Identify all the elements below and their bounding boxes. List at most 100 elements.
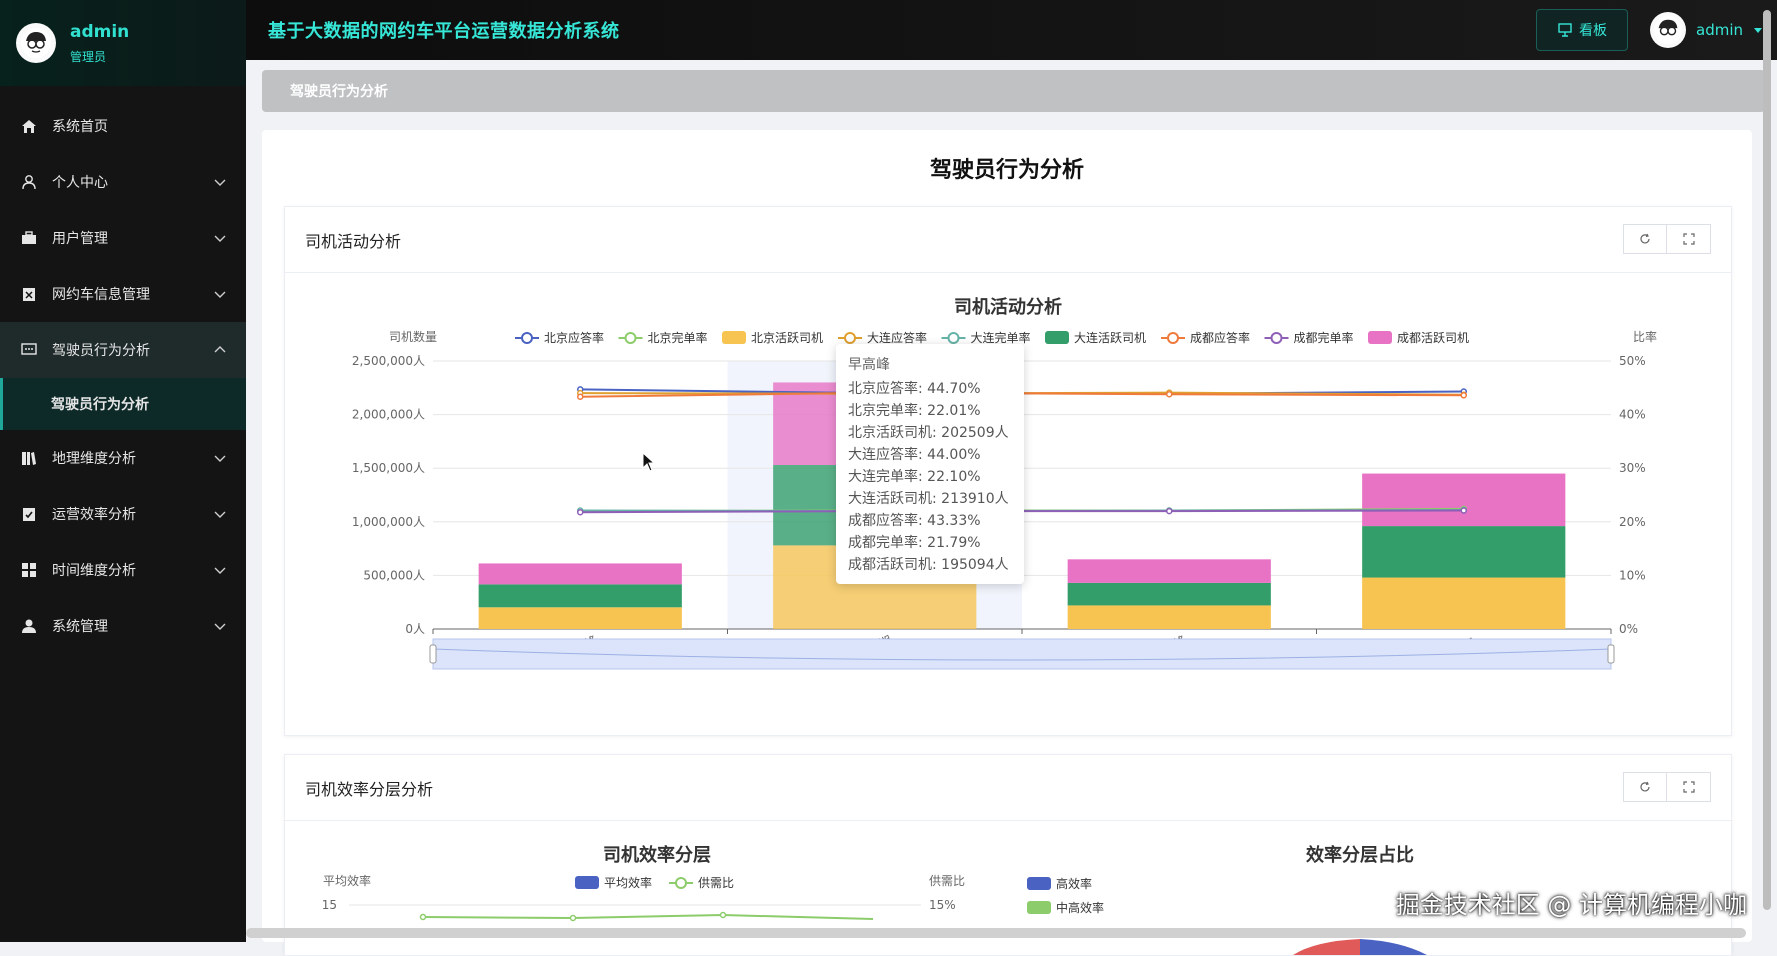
page-title: 驾驶员行为分析 [929, 158, 1084, 183]
sidebar-item-driver-behavior[interactable]: 驾驶员行为分析 [0, 322, 246, 378]
tooltip-title: 早高峰 [848, 357, 890, 373]
chart-tooltip: 早高峰 北京应答率: 44.70% 北京完单率: 22.01% 北京活跃司机: … [836, 344, 1024, 584]
sidebar-user-panel: admin 管理员 [0, 0, 246, 86]
horizontal-scrollbar[interactable] [246, 928, 1746, 938]
driver-efficiency-card: 司机效率分层分析 司机效率分层 平均效率 供需比 平均效率 供需比 15 15% 效率分层占比… [284, 754, 1732, 956]
sidebar-item-efficiency[interactable]: 运营效率分析 [0, 486, 246, 542]
legend-label: 平均效率 [604, 875, 652, 890]
legend-marker [1368, 331, 1392, 344]
y2-tick-label: 10% [1619, 568, 1646, 582]
legend-marker [1167, 332, 1179, 344]
pie-slice [1360, 939, 1427, 955]
chart-title: 司机活动分析 [954, 296, 1062, 318]
card-title: 司机活动分析 [305, 231, 402, 251]
sidebar-item-label: 系统管理 [52, 619, 108, 635]
legend-label: 中高效率 [1056, 900, 1104, 915]
legend-marker [521, 332, 533, 344]
legend-marker [1045, 331, 1069, 344]
data-zoom-handle-right [1607, 644, 1615, 664]
briefcase-icon [20, 229, 38, 247]
tooltip-row: 成都应答率: 43.33% [848, 513, 981, 529]
sidebar-item-users[interactable]: 用户管理 [0, 210, 246, 266]
series-point [1166, 507, 1173, 515]
fullscreen-button[interactable] [1667, 772, 1711, 802]
legend-label: 大连应答率 [867, 330, 927, 345]
system-title: 基于大数据的网约车平台运营数据分析系统 [268, 21, 620, 42]
y2-tick-label: 40% [1619, 408, 1646, 422]
sidebar-item-car-info[interactable]: 网约车信息管理 [0, 266, 246, 322]
grid-icon [20, 561, 38, 579]
legend-label: 大连完单率 [971, 330, 1031, 345]
legend-label: 成都完单率 [1294, 330, 1354, 345]
refresh-button[interactable] [1623, 772, 1667, 802]
fullscreen-icon [1682, 781, 1695, 793]
sidebar-item-geo[interactable]: 地理维度分析 [0, 430, 246, 486]
y-tick-label: 500,000人 [363, 568, 425, 582]
legend-marker [722, 331, 746, 344]
legend-marker [624, 332, 637, 344]
board-icon [1558, 23, 1572, 37]
sidebar-item-label: 时间维度分析 [52, 563, 136, 579]
tooltip-row: 大连活跃司机: 213910人 [848, 491, 1009, 507]
chevron-down-icon [214, 232, 226, 244]
chat-icon [20, 341, 38, 359]
books-icon [20, 449, 38, 467]
tooltip-row: 成都完单率: 21.79% [848, 535, 981, 551]
bar-segment [1362, 577, 1566, 629]
home-icon [20, 117, 38, 135]
series-point [719, 911, 727, 919]
series-point [1166, 390, 1173, 398]
dashboard-button[interactable]: 看板 [1536, 9, 1628, 51]
y2-axis-label: 比率 [1633, 329, 1657, 344]
sidebar-item-home[interactable]: 系统首页 [0, 98, 246, 154]
bar-segment [478, 584, 682, 608]
legend-label: 成都活跃司机 [1397, 331, 1469, 345]
chevron-down-icon [214, 508, 226, 520]
fullscreen-button[interactable] [1667, 224, 1711, 254]
bar-segment [1067, 605, 1271, 629]
chevron-down-icon [214, 620, 226, 632]
chevron-down-icon [214, 452, 226, 464]
y2-tick-label: 15% [929, 898, 956, 912]
legend-label: 成都应答率 [1190, 330, 1250, 345]
main-area: 驾驶员行为分析 驾驶员行为分析 司机活动分析 司机活动分析 司机数量 比率 0人 500… [246, 60, 1777, 956]
legend-marker [844, 332, 856, 344]
series-point [569, 914, 577, 922]
legend-marker [1270, 332, 1283, 344]
sidebar-item-time[interactable]: 时间维度分析 [0, 542, 246, 598]
refresh-icon [1640, 781, 1650, 792]
tooltip-row: 大连应答率: 44.00% [848, 447, 981, 463]
avatar[interactable] [16, 23, 56, 63]
chevron-down-icon [214, 176, 226, 188]
chart-title: 司机效率分层 [603, 844, 711, 866]
vertical-scrollbar[interactable] [1763, 10, 1771, 910]
watermark: 掘金技术社区 @ 计算机编程小咖 [1395, 891, 1747, 919]
submenu-item-driver-behavior[interactable]: 驾驶员行为分析 [0, 378, 246, 430]
chart-title: 效率分层占比 [1306, 844, 1414, 866]
user-icon [20, 173, 38, 191]
sidebar-item-label: 个人中心 [52, 175, 108, 191]
tooltip-row: 北京活跃司机: 202509人 [848, 425, 1009, 441]
legend-label: 北京活跃司机 [751, 331, 823, 345]
cartoon-avatar-icon [1653, 15, 1683, 45]
clipboard-check-icon [20, 505, 38, 523]
sidebar-item-system[interactable]: 系统管理 [0, 598, 246, 654]
refresh-icon [1640, 233, 1650, 244]
y-tick-label: 1,500,000人 [352, 461, 425, 475]
sidebar-item-label: 用户管理 [52, 231, 108, 247]
bar-segment [1067, 582, 1271, 606]
data-zoom-handle-left [429, 644, 437, 664]
refresh-button[interactable] [1623, 224, 1667, 254]
clipboard-icon [20, 285, 38, 303]
series-point [1460, 392, 1467, 399]
header-user-menu[interactable]: admin [1650, 12, 1763, 48]
fullscreen-icon [1682, 233, 1695, 245]
person-icon [20, 617, 38, 635]
user-role: 管理员 [70, 49, 107, 64]
series-point [577, 393, 584, 401]
bar-segment [1362, 526, 1566, 578]
y-tick-label: 1,000,000人 [352, 515, 425, 529]
avatar [1650, 12, 1686, 48]
sidebar-item-personal[interactable]: 个人中心 [0, 154, 246, 210]
y2-tick-label: 30% [1619, 461, 1646, 475]
